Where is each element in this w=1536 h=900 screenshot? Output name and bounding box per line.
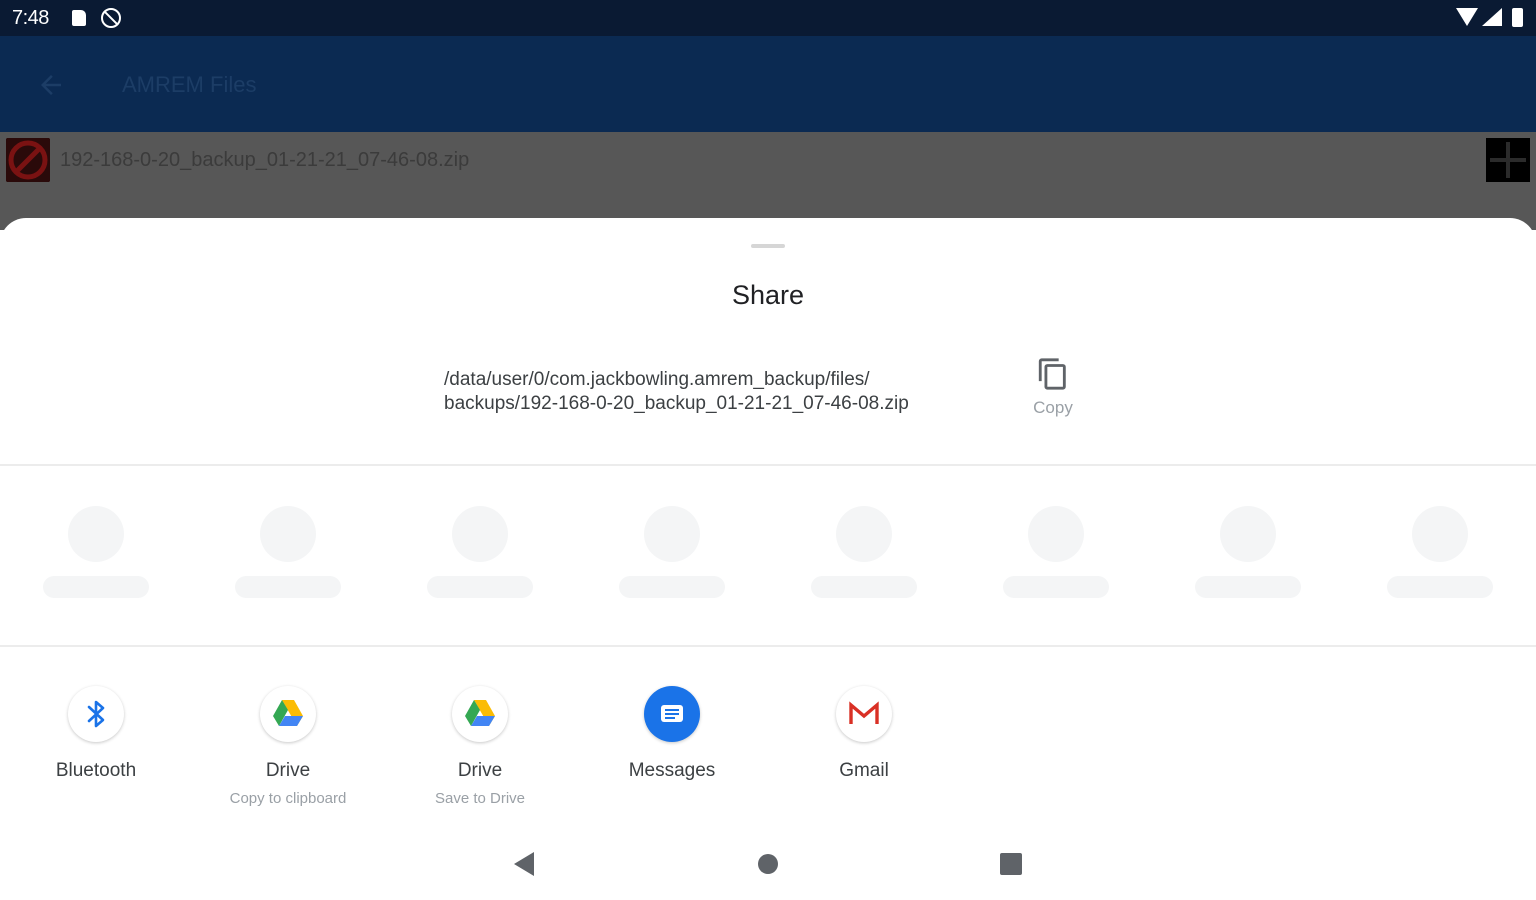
placeholder-avatar <box>68 506 124 562</box>
placeholder-label <box>1195 576 1301 598</box>
placeholder-item <box>192 506 384 606</box>
nav-home-icon[interactable] <box>758 854 778 874</box>
copy-label: Copy <box>1033 398 1073 417</box>
messages-icon <box>644 686 700 742</box>
share-target-label: Messages <box>628 760 716 781</box>
share-target-drive-clipboard[interactable]: Drive Copy to clipboard <box>192 684 384 824</box>
placeholder-avatar <box>836 506 892 562</box>
divider <box>0 645 1536 647</box>
placeholder-avatar <box>1412 506 1468 562</box>
share-target-label: Bluetooth <box>55 760 137 781</box>
data-saver-icon <box>101 8 121 28</box>
google-drive-icon <box>260 686 316 742</box>
placeholder-label <box>811 576 917 598</box>
placeholder-item <box>960 506 1152 606</box>
divider <box>0 464 1536 466</box>
placeholder-item <box>384 506 576 606</box>
placeholder-label <box>1003 576 1109 598</box>
share-target-drive-save[interactable]: Drive Save to Drive <box>384 684 576 824</box>
add-icon[interactable] <box>1486 138 1530 182</box>
battery-icon <box>1512 8 1523 27</box>
placeholder-avatar <box>260 506 316 562</box>
sd-card-icon <box>72 10 86 26</box>
placeholder-label <box>619 576 725 598</box>
back-arrow-icon[interactable] <box>36 70 66 100</box>
app-title: AMREM Files <box>122 72 257 97</box>
share-target-label: Drive <box>265 760 311 781</box>
file-row[interactable]: 192-168-0-20_backup_01-21-21_07-46-08.zi… <box>0 132 1536 230</box>
share-sheet: Share /data/user/0/com.jackbowling.amrem… <box>0 218 1536 900</box>
status-time: 7:48 <box>12 7 49 29</box>
placeholder-item <box>1344 506 1536 606</box>
app-bar: AMREM Files <box>0 36 1536 132</box>
placeholder-item <box>1152 506 1344 606</box>
nav-back-icon[interactable] <box>514 852 534 876</box>
direct-share-placeholders <box>0 506 1536 606</box>
sheet-drag-handle[interactable] <box>751 244 785 248</box>
share-target-bluetooth[interactable]: Bluetooth <box>0 684 192 824</box>
navigation-bar <box>0 830 1536 900</box>
placeholder-label <box>43 576 149 598</box>
shared-file-path: /data/user/0/com.jackbowling.amrem_backu… <box>444 368 909 416</box>
placeholder-avatar <box>452 506 508 562</box>
placeholder-avatar <box>1028 506 1084 562</box>
path-line-2: backups/192-168-0-20_backup_01-21-21_07-… <box>444 393 909 414</box>
share-target-sublabel: Copy to clipboard <box>229 790 347 807</box>
gmail-icon <box>836 686 892 742</box>
bluetooth-icon <box>68 686 124 742</box>
path-line-1: /data/user/0/com.jackbowling.amrem_backu… <box>444 369 870 390</box>
placeholder-item <box>576 506 768 606</box>
placeholder-avatar <box>1220 506 1276 562</box>
status-bar: 7:48 <box>0 0 1536 36</box>
copy-button[interactable]: Copy <box>1022 356 1084 428</box>
share-target-sublabel: Save to Drive <box>434 790 526 807</box>
placeholder-item <box>768 506 960 606</box>
nav-recents-icon[interactable] <box>1000 853 1022 875</box>
placeholder-label <box>235 576 341 598</box>
no-entry-icon <box>6 138 50 182</box>
placeholder-item <box>0 506 192 606</box>
share-target-gmail[interactable]: Gmail <box>768 684 960 824</box>
copy-icon <box>1038 358 1066 390</box>
placeholder-avatar <box>644 506 700 562</box>
share-targets: Bluetooth Drive Copy to clipboard Drive … <box>0 684 1536 824</box>
share-target-messages[interactable]: Messages <box>576 684 768 824</box>
google-drive-icon <box>452 686 508 742</box>
wifi-icon <box>1456 8 1478 26</box>
file-name: 192-168-0-20_backup_01-21-21_07-46-08.zi… <box>60 149 470 171</box>
placeholder-label <box>427 576 533 598</box>
cell-signal-icon <box>1482 8 1502 26</box>
share-target-label: Drive <box>457 760 503 781</box>
placeholder-label <box>1387 576 1493 598</box>
share-target-label: Gmail <box>839 760 889 781</box>
share-title: Share <box>731 280 805 310</box>
